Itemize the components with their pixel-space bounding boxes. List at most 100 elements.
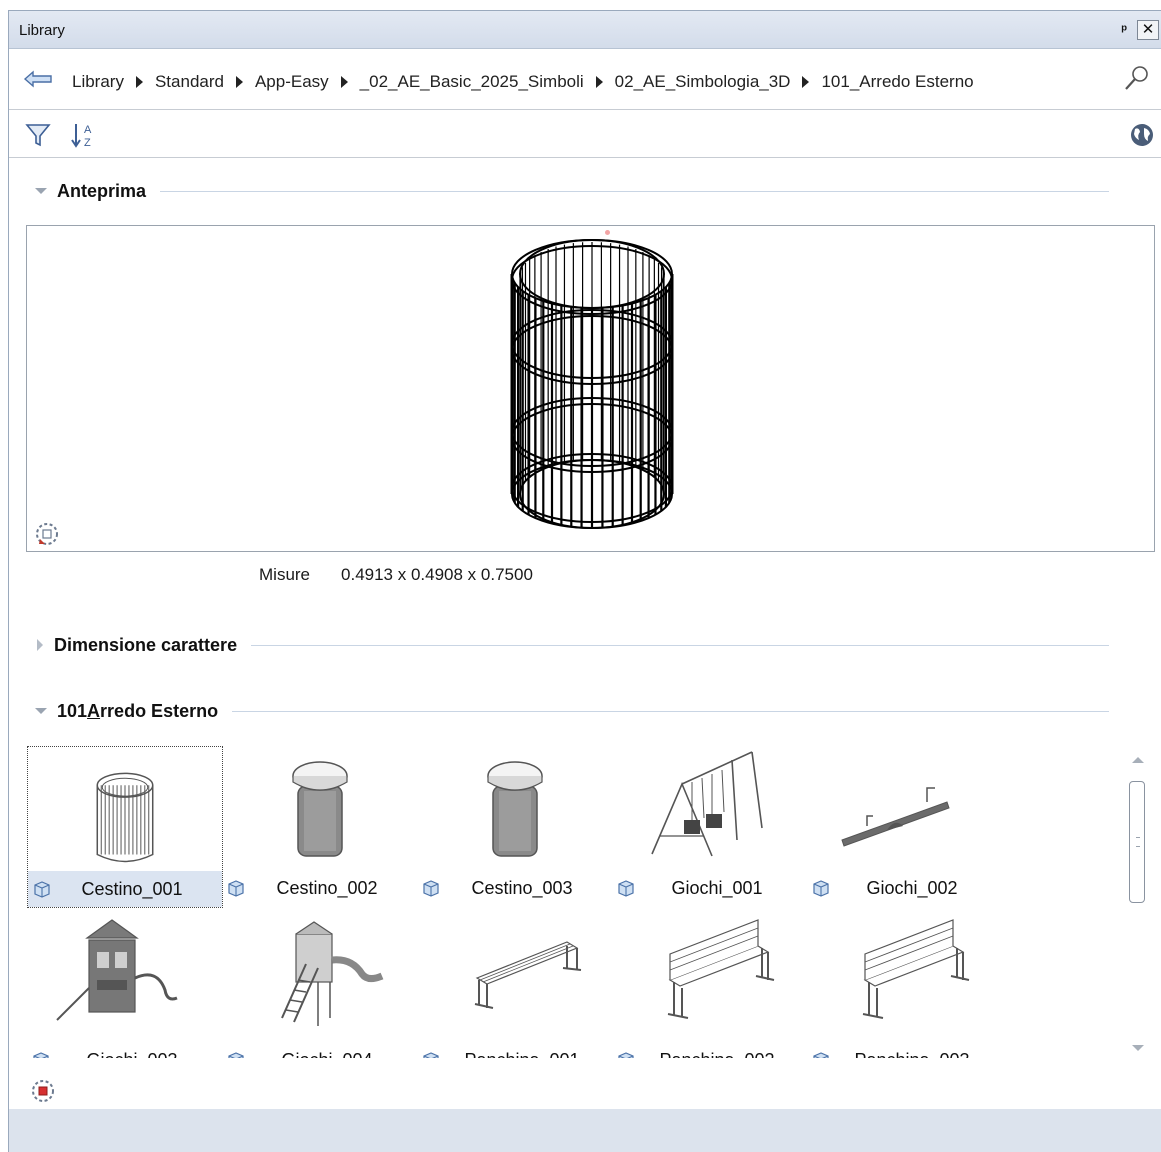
navigation-icon[interactable] — [35, 522, 59, 546]
item-thumbnail — [474, 941, 582, 1009]
window-title: Library — [19, 22, 65, 39]
section-title-items: 101Arredo Esterno — [57, 700, 219, 721]
3d-object-icon — [423, 1052, 439, 1058]
breadcrumb: Library Standard App-Easy _02_AE_Basic_2025… — [72, 72, 974, 92]
item-thumbnail — [292, 761, 348, 857]
section-header-items[interactable]: 101Arredo Esterno — [29, 699, 1109, 723]
collapse-arrow-icon[interactable] — [35, 188, 47, 194]
3d-object-icon — [33, 1052, 49, 1058]
item-caption: Panchina_003 — [807, 1042, 1003, 1058]
item-caption: Giochi_003 — [27, 1042, 223, 1058]
3d-object-icon — [34, 881, 50, 898]
section-header-font-size[interactable]: Dimensione carattere — [29, 633, 1109, 657]
toolbar: A Z — [9, 111, 1161, 158]
item-thumbnail — [841, 787, 950, 847]
item-caption: Cestino_003 — [417, 870, 613, 906]
library-item-tile[interactable]: Panchina_001 — [417, 918, 613, 1058]
item-caption: Giochi_004 — [222, 1042, 418, 1058]
symbol-grid: Cestino_001 Cestino_002 Cestino_003 Gioc… — [27, 746, 1122, 1058]
3d-object-icon — [618, 1052, 634, 1058]
pin-icon[interactable]: ᵖ — [1122, 21, 1127, 37]
scroll-thumb[interactable] — [1129, 781, 1145, 903]
breadcrumb-separator-icon[interactable] — [135, 76, 143, 88]
item-caption: Giochi_002 — [807, 870, 1003, 906]
breadcrumb-separator-icon[interactable] — [802, 76, 810, 88]
breadcrumb-item[interactable]: 101_Arredo Esterno — [821, 72, 973, 92]
library-item-tile[interactable]: Giochi_002 — [807, 746, 1003, 908]
expand-arrow-icon[interactable] — [37, 639, 43, 651]
item-caption: Giochi_001 — [612, 870, 808, 906]
3d-object-icon — [618, 880, 634, 897]
item-name: Giochi_004 — [246, 1050, 408, 1059]
grip-icon — [1136, 837, 1140, 847]
item-thumbnail — [281, 921, 384, 1026]
section-title-font-size: Dimensione carattere — [54, 634, 238, 655]
3d-object-icon — [228, 880, 244, 897]
item-caption: Panchina_002 — [612, 1042, 808, 1058]
dimensions-row: Misure 0.4913 x 0.4908 x 0.7500 — [259, 565, 533, 585]
3d-object-icon — [813, 880, 829, 897]
vertical-scrollbar[interactable] — [1129, 755, 1147, 1055]
item-name: Cestino_003 — [471, 877, 573, 898]
search-icon[interactable] — [1123, 64, 1151, 92]
scroll-down-arrow-icon[interactable] — [1132, 1045, 1144, 1051]
library-item-tile[interactable]: Giochi_004 — [222, 918, 418, 1058]
section-divider — [160, 190, 1109, 192]
navigation-icon-bottom[interactable] — [31, 1079, 55, 1103]
3d-object-icon — [813, 1052, 829, 1058]
svg-text:A: A — [84, 124, 92, 136]
item-name: Giochi_001 — [671, 877, 763, 898]
breadcrumb-item[interactable]: Standard — [155, 72, 224, 92]
section-divider — [251, 644, 1109, 646]
breadcrumb-item[interactable]: _02_AE_Basic_2025_Simboli — [360, 72, 584, 92]
close-icon[interactable]: ✕ — [1137, 20, 1159, 40]
breadcrumb-separator-icon[interactable] — [595, 76, 603, 88]
breadcrumb-bar: Library Standard App-Easy _02_AE_Basic_2025… — [9, 50, 1161, 110]
item-thumbnail — [667, 919, 775, 1019]
item-name: Panchina_003 — [831, 1050, 993, 1059]
breadcrumb-item[interactable]: 02_AE_Simbologia_3D — [615, 72, 791, 92]
scroll-up-arrow-icon[interactable] — [1132, 757, 1144, 763]
breadcrumb-separator-icon[interactable] — [235, 76, 243, 88]
item-name: Giochi_002 — [866, 877, 958, 898]
item-name: Giochi_003 — [51, 1050, 213, 1059]
footer-bar — [9, 1109, 1161, 1152]
item-caption: Cestino_001 — [28, 871, 222, 907]
item-caption: Cestino_002 — [222, 870, 418, 906]
library-item-tile[interactable]: Giochi_003 — [27, 918, 223, 1058]
breadcrumb-separator-icon[interactable] — [340, 76, 348, 88]
collapse-arrow-icon[interactable] — [35, 708, 47, 714]
back-arrow-icon[interactable] — [23, 69, 53, 89]
library-item-tile[interactable]: Panchina_003 — [807, 918, 1003, 1058]
library-window: Library ᵖ ✕ Library Standard App-Easy _02_A… — [8, 10, 1161, 1152]
3d-object-icon — [423, 880, 439, 897]
item-thumbnail — [651, 751, 763, 857]
library-item-tile[interactable]: Giochi_001 — [612, 746, 808, 908]
title-bar: Library ᵖ ✕ — [9, 11, 1161, 49]
breadcrumb-item[interactable]: Library — [72, 72, 124, 92]
library-item-tile[interactable]: Cestino_003 — [417, 746, 613, 908]
section-divider — [232, 710, 1109, 712]
item-thumbnail — [56, 919, 178, 1021]
item-name: Cestino_001 — [81, 878, 183, 899]
svg-text:Z: Z — [84, 137, 91, 149]
preview-viewport[interactable] — [26, 225, 1155, 552]
globe-icon[interactable] — [1129, 123, 1155, 147]
library-item-tile[interactable]: Panchina_002 — [612, 918, 808, 1058]
breadcrumb-item[interactable]: App-Easy — [255, 72, 329, 92]
dimensions-value: 0.4913 x 0.4908 x 0.7500 — [341, 565, 533, 584]
item-name: Panchina_002 — [636, 1050, 798, 1059]
item-caption: Panchina_001 — [417, 1042, 613, 1058]
library-item-tile[interactable]: Cestino_001 — [27, 746, 223, 908]
item-thumbnail — [487, 761, 543, 857]
item-thumbnail — [862, 919, 970, 1019]
item-name: Panchina_001 — [441, 1050, 603, 1059]
section-title-preview: Anteprima — [57, 180, 147, 201]
item-name: Cestino_002 — [276, 877, 378, 898]
filter-icon[interactable] — [25, 122, 51, 148]
dimensions-label: Misure — [259, 565, 311, 584]
preview-bin-wireframe — [510, 239, 674, 529]
section-header-preview[interactable]: Anteprima — [29, 179, 1109, 203]
sort-az-icon[interactable]: A Z — [71, 121, 97, 149]
library-item-tile[interactable]: Cestino_002 — [222, 746, 418, 908]
